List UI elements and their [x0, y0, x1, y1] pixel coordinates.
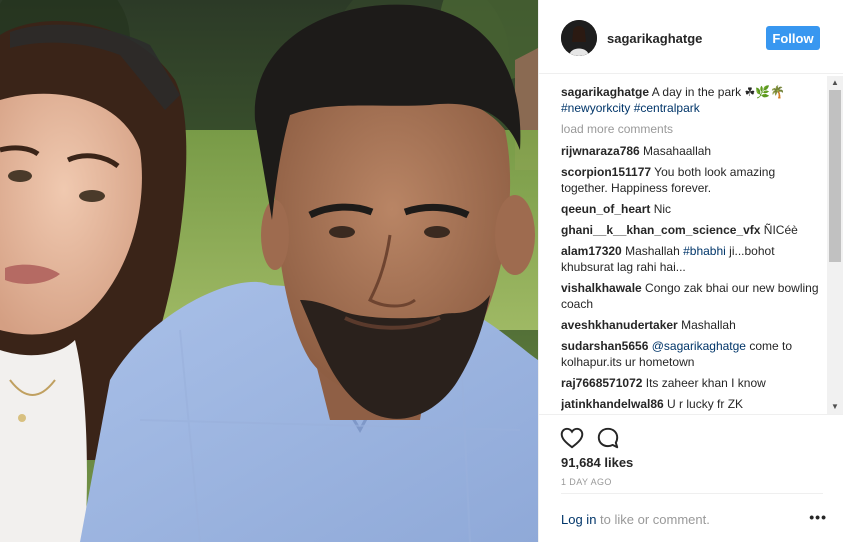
heart-icon[interactable]	[559, 425, 585, 451]
hashtag[interactable]: #newyorkcity	[561, 101, 630, 115]
comment-text: Mashallah	[677, 318, 736, 332]
comment-username[interactable]: vishalkhawale	[561, 281, 642, 295]
avatar[interactable]	[561, 20, 597, 56]
load-more-comments[interactable]: load more comments	[561, 121, 823, 137]
header-username[interactable]: sagarikaghatge	[607, 31, 702, 46]
comment-item: vishalkhawale Congo zak bhai our new bow…	[561, 280, 823, 312]
comment-item: rijwnaraza786 Masahaallah	[561, 143, 823, 159]
comment-username[interactable]: sudarshan5656	[561, 339, 648, 353]
comment-item: jatinkhandelwal86 U r lucky fr ZK	[561, 396, 823, 412]
comment-username[interactable]: aveshkhanudertaker	[561, 318, 678, 332]
comment-text: ÑICéè	[760, 223, 798, 237]
comment-text: Masahaallah	[639, 144, 712, 158]
comment-item: raj7668571072 Its zaheer khan I know	[561, 375, 823, 391]
post-sidebar: sagarikaghatge Follow sagarikaghatge A d…	[538, 0, 843, 542]
comment-username[interactable]: jatinkhandelwal86	[561, 397, 664, 411]
comment-item: sudarshan5656 @sagarikaghatge come to ko…	[561, 338, 823, 370]
login-bar: Log in to like or comment. •••	[561, 493, 826, 542]
comment-text: Its zaheer khan I know	[642, 376, 766, 390]
login-link[interactable]: Log in	[561, 512, 596, 527]
more-options-icon[interactable]: •••	[809, 509, 827, 525]
caption-text: A day in the park	[649, 85, 745, 99]
scroll-up-arrow-icon[interactable]: ▲	[827, 77, 843, 89]
caption-username[interactable]: sagarikaghatge	[561, 85, 649, 99]
scrollbar-thumb[interactable]	[829, 90, 841, 262]
comment-item: alam17320 Mashallah #bhabhi ji...bohot k…	[561, 243, 823, 275]
comment-item: qeeun_of_heart Nic	[561, 201, 823, 217]
comment-username[interactable]: alam17320	[561, 244, 622, 258]
comment-username[interactable]: ghani__k__khan_com_science_vfx	[561, 223, 760, 237]
login-prompt-text: to like or comment.	[596, 512, 710, 527]
caption-emoji: ☘🌿🌴	[744, 85, 786, 99]
post-actions: 91,684 likes 1 DAY AGO	[539, 414, 843, 487]
caption: sagarikaghatge A day in the park ☘🌿🌴 #ne…	[561, 84, 823, 116]
login-prompt: Log in to like or comment.	[561, 512, 710, 527]
comments-list[interactable]: sagarikaghatge A day in the park ☘🌿🌴 #ne…	[561, 84, 823, 414]
likes-count[interactable]: 91,684 likes	[561, 455, 633, 470]
selfie-image	[0, 0, 538, 542]
post-photo	[0, 0, 538, 542]
hashtag[interactable]: #centralpark	[634, 101, 700, 115]
comment-text: U r lucky fr ZK	[663, 397, 744, 411]
post-header: sagarikaghatge Follow	[539, 0, 843, 74]
scroll-down-arrow-icon[interactable]: ▼	[827, 401, 843, 413]
comment-text: Nic	[650, 202, 672, 216]
avatar-image	[561, 20, 597, 56]
comment-mention[interactable]: @sagarikaghatge	[652, 339, 746, 353]
comment-username[interactable]: scorpion151177	[561, 165, 651, 179]
comment-item: scorpion151177 You both look amazing tog…	[561, 164, 823, 196]
comment-item: aveshkhanudertaker Mashallah	[561, 317, 823, 333]
comment-username[interactable]: rijwnaraza786	[561, 144, 640, 158]
comment-text: Mashallah	[621, 244, 684, 258]
comment-username[interactable]: raj7668571072	[561, 376, 642, 390]
comments-scrollbar[interactable]: ▲ ▼	[827, 76, 843, 414]
post-time: 1 DAY AGO	[561, 477, 612, 487]
comment-hashtag[interactable]: #bhabhi	[683, 244, 726, 258]
comment-username[interactable]: qeeun_of_heart	[561, 202, 650, 216]
comment-item: ghani__k__khan_com_science_vfx ÑICéè	[561, 222, 823, 238]
comment-bubble-icon[interactable]	[595, 425, 621, 451]
follow-button[interactable]: Follow	[766, 26, 820, 50]
